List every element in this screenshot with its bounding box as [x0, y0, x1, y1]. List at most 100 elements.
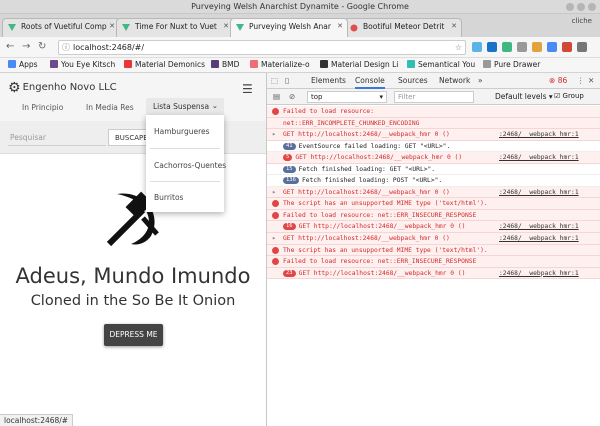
minimize-button[interactable] [566, 3, 574, 11]
close-icon[interactable]: ✕ [588, 73, 594, 89]
console-error-row[interactable]: Failed to load resource: net::ERR_INSECU… [267, 209, 600, 222]
console-log-row[interactable]: 15 Fetch finished loading: GET "<URL>". [267, 163, 600, 176]
log-source-link[interactable]: :2468/__webpack_hmr:1 [499, 129, 579, 140]
log-source-link[interactable]: :2468/__webpack_hmr:1 [499, 268, 579, 279]
log-message: Failed to load resource: [283, 108, 374, 115]
dropdown-item-cachorros-quentes[interactable]: Cachorros-Quentes [146, 151, 226, 179]
brand[interactable]: ⚙ Engenho Novo LLC [8, 80, 117, 96]
maximize-button[interactable] [577, 3, 585, 11]
tab-elements[interactable]: Elements [311, 73, 346, 89]
browser-tab[interactable]: Roots of Vuetiful Comp ✕ [2, 18, 120, 37]
extension-icon[interactable] [562, 42, 572, 52]
window-titlebar: Purveying Welsh Anarchist Dynamite - Goo… [0, 0, 600, 14]
nav-link-in-media-res[interactable]: In Media Res [86, 103, 134, 112]
expand-caret-icon[interactable]: ▸ [272, 233, 276, 244]
kebab-menu-icon[interactable]: ⋮ [577, 73, 585, 89]
repeat-count-badge: 23 [283, 269, 296, 277]
sidebar-toggle-icon[interactable]: ▤ [273, 89, 280, 104]
inspect-icon[interactable]: ⬚ [271, 73, 278, 89]
error-icon [272, 108, 279, 115]
dropdown-item-hamburgueres[interactable]: Hamburgueres [146, 117, 224, 145]
expand-caret-icon[interactable]: ▸ [272, 129, 276, 140]
extension-icon[interactable] [517, 42, 527, 52]
bookmark[interactable]: Material Demonics [124, 58, 205, 72]
browser-tab[interactable]: Time For Nuxt to Vuet ✕ [116, 18, 234, 37]
address-bar[interactable]: ⓘ localhost:2468/#/ ☆ [58, 40, 466, 55]
bookmark[interactable]: You Eye Kitsch [50, 58, 115, 72]
extension-icon[interactable] [532, 42, 542, 52]
context-select[interactable]: top ▾ [307, 91, 387, 103]
log-message: GET http://localhost:2468/__webpack_hmr … [283, 188, 450, 196]
console-error-row[interactable]: net::ERR_INCOMPLETE_CHUNKED_ENCODING [267, 117, 600, 130]
log-source-link[interactable]: :2468/__webpack_hmr:1 [499, 152, 579, 163]
tab-console[interactable]: Console [355, 73, 385, 89]
device-toolbar-icon[interactable]: ▯ [285, 73, 289, 89]
log-levels-select[interactable]: Default levels ▾ [495, 89, 553, 104]
log-message: GET http://localhost:2468/__webpack_hmr … [298, 223, 466, 231]
console-error-row[interactable]: The script has an unsupported MIME type … [267, 244, 600, 257]
log-source-link[interactable]: :2468/__webpack_hmr:1 [499, 233, 579, 244]
close-icon[interactable]: ✕ [451, 22, 457, 30]
browser-tab-active[interactable]: Purveying Welsh Anar ✕ [230, 18, 348, 37]
repeat-count-badge: 5 [283, 154, 293, 162]
console-error-row[interactable]: ▸ GET http://localhost:2468/__webpack_hmr… [267, 129, 600, 141]
console-error-row[interactable]: ▸ GET http://localhost:2468/__webpack_hmr… [267, 186, 600, 199]
search-input[interactable]: Pesquisar [8, 129, 106, 146]
tab-strip: Roots of Vuetiful Comp ✕ Time For Nuxt t… [0, 14, 600, 37]
extension-icon[interactable] [487, 42, 497, 52]
log-message: GET http://localhost:2468/__webpack_hmr … [283, 235, 450, 243]
app-navbar: ⚙ Engenho Novo LLC ☰ In Principio In Medi… [0, 73, 266, 121]
profile-button[interactable]: cliche [572, 17, 592, 25]
bookmark-apps[interactable]: Apps [8, 58, 38, 72]
tab-sources[interactable]: Sources [398, 73, 428, 89]
search-button[interactable]: BUSCAPE [108, 129, 148, 146]
close-icon[interactable]: ✕ [223, 22, 229, 30]
extension-icon[interactable] [472, 42, 482, 52]
log-source-link[interactable]: :2468/__webpack_hmr:1 [499, 187, 579, 198]
back-button[interactable]: ← [6, 41, 14, 53]
hamburger-menu-icon[interactable]: ☰ [242, 82, 253, 96]
toolbar: ← → ↻ ⓘ localhost:2468/#/ ☆ [0, 37, 600, 58]
nav-dropdown-toggle[interactable]: Lista Suspensa ⌄ [146, 98, 224, 115]
bookmark[interactable]: Materialize-o [250, 58, 310, 72]
close-icon[interactable]: ✕ [337, 22, 343, 30]
console-log-row[interactable]: 41 EventSource failed loading: GET "<URL>… [267, 140, 600, 153]
extension-icon[interactable] [547, 42, 557, 52]
console-error-row[interactable]: 16 GET http://localhost:2468/__webpack_hm… [267, 221, 600, 234]
vue-devtools-icon[interactable] [502, 42, 512, 52]
bookmark-label: Semantical You [418, 60, 476, 69]
close-window-button[interactable] [588, 3, 596, 11]
console-error-row[interactable]: 23 GET http://localhost:2468/__webpack_hm… [267, 267, 600, 280]
star-icon[interactable]: ☆ [455, 41, 462, 54]
page-viewport: ⚙ Engenho Novo LLC ☰ In Principio In Medi… [0, 73, 266, 426]
console-error-row[interactable]: Failed to load resource: net::ERR_INSECU… [267, 256, 600, 268]
console-error-row[interactable]: Failed to load resource: [267, 106, 600, 118]
bookmark[interactable]: Pure Drawer [483, 58, 540, 72]
console-log-row[interactable]: 136 Fetch finished loading: POST "<URL>". [267, 175, 600, 187]
info-icon[interactable]: ⓘ [62, 41, 70, 54]
bookmark[interactable]: BMD [211, 58, 239, 72]
bookmark[interactable]: Semantical You [407, 58, 475, 72]
console-error-row[interactable]: The script has an unsupported MIME type … [267, 198, 600, 210]
filter-input[interactable]: Filter [394, 91, 474, 103]
reload-button[interactable]: ↻ [38, 41, 46, 53]
log-source-link[interactable]: :2468/__webpack_hmr:1 [499, 221, 579, 232]
bootstrap-icon [211, 60, 219, 68]
console-error-row[interactable]: ▸ GET http://localhost:2468/__webpack_hmr… [267, 233, 600, 245]
error-count-badge[interactable]: ⊗ 86 [549, 73, 567, 89]
nav-link-in-principio[interactable]: In Principio [22, 103, 63, 112]
dropdown-menu: Hamburgueres Cachorros-Quentes Burritos [146, 115, 226, 212]
dropdown-item-burritos[interactable]: Burritos [146, 183, 224, 211]
depress-me-button[interactable]: DEPRESS ME [104, 324, 163, 346]
forward-button[interactable]: → [22, 41, 30, 53]
tab-network[interactable]: Network [439, 73, 470, 89]
close-icon[interactable]: ✕ [109, 22, 115, 30]
more-tabs-button[interactable]: » [478, 73, 483, 89]
bookmark[interactable]: Material Design Li [320, 58, 398, 72]
browser-tab[interactable]: Bootiful Meteor Detrit ✕ [344, 18, 462, 37]
menu-icon[interactable] [577, 42, 587, 52]
expand-caret-icon[interactable]: ▸ [272, 187, 276, 198]
console-error-row[interactable]: 5 GET http://localhost:2468/__webpack_hmr… [267, 152, 600, 164]
site-icon [50, 60, 58, 68]
clear-console-icon[interactable]: ⊘ [289, 89, 295, 104]
